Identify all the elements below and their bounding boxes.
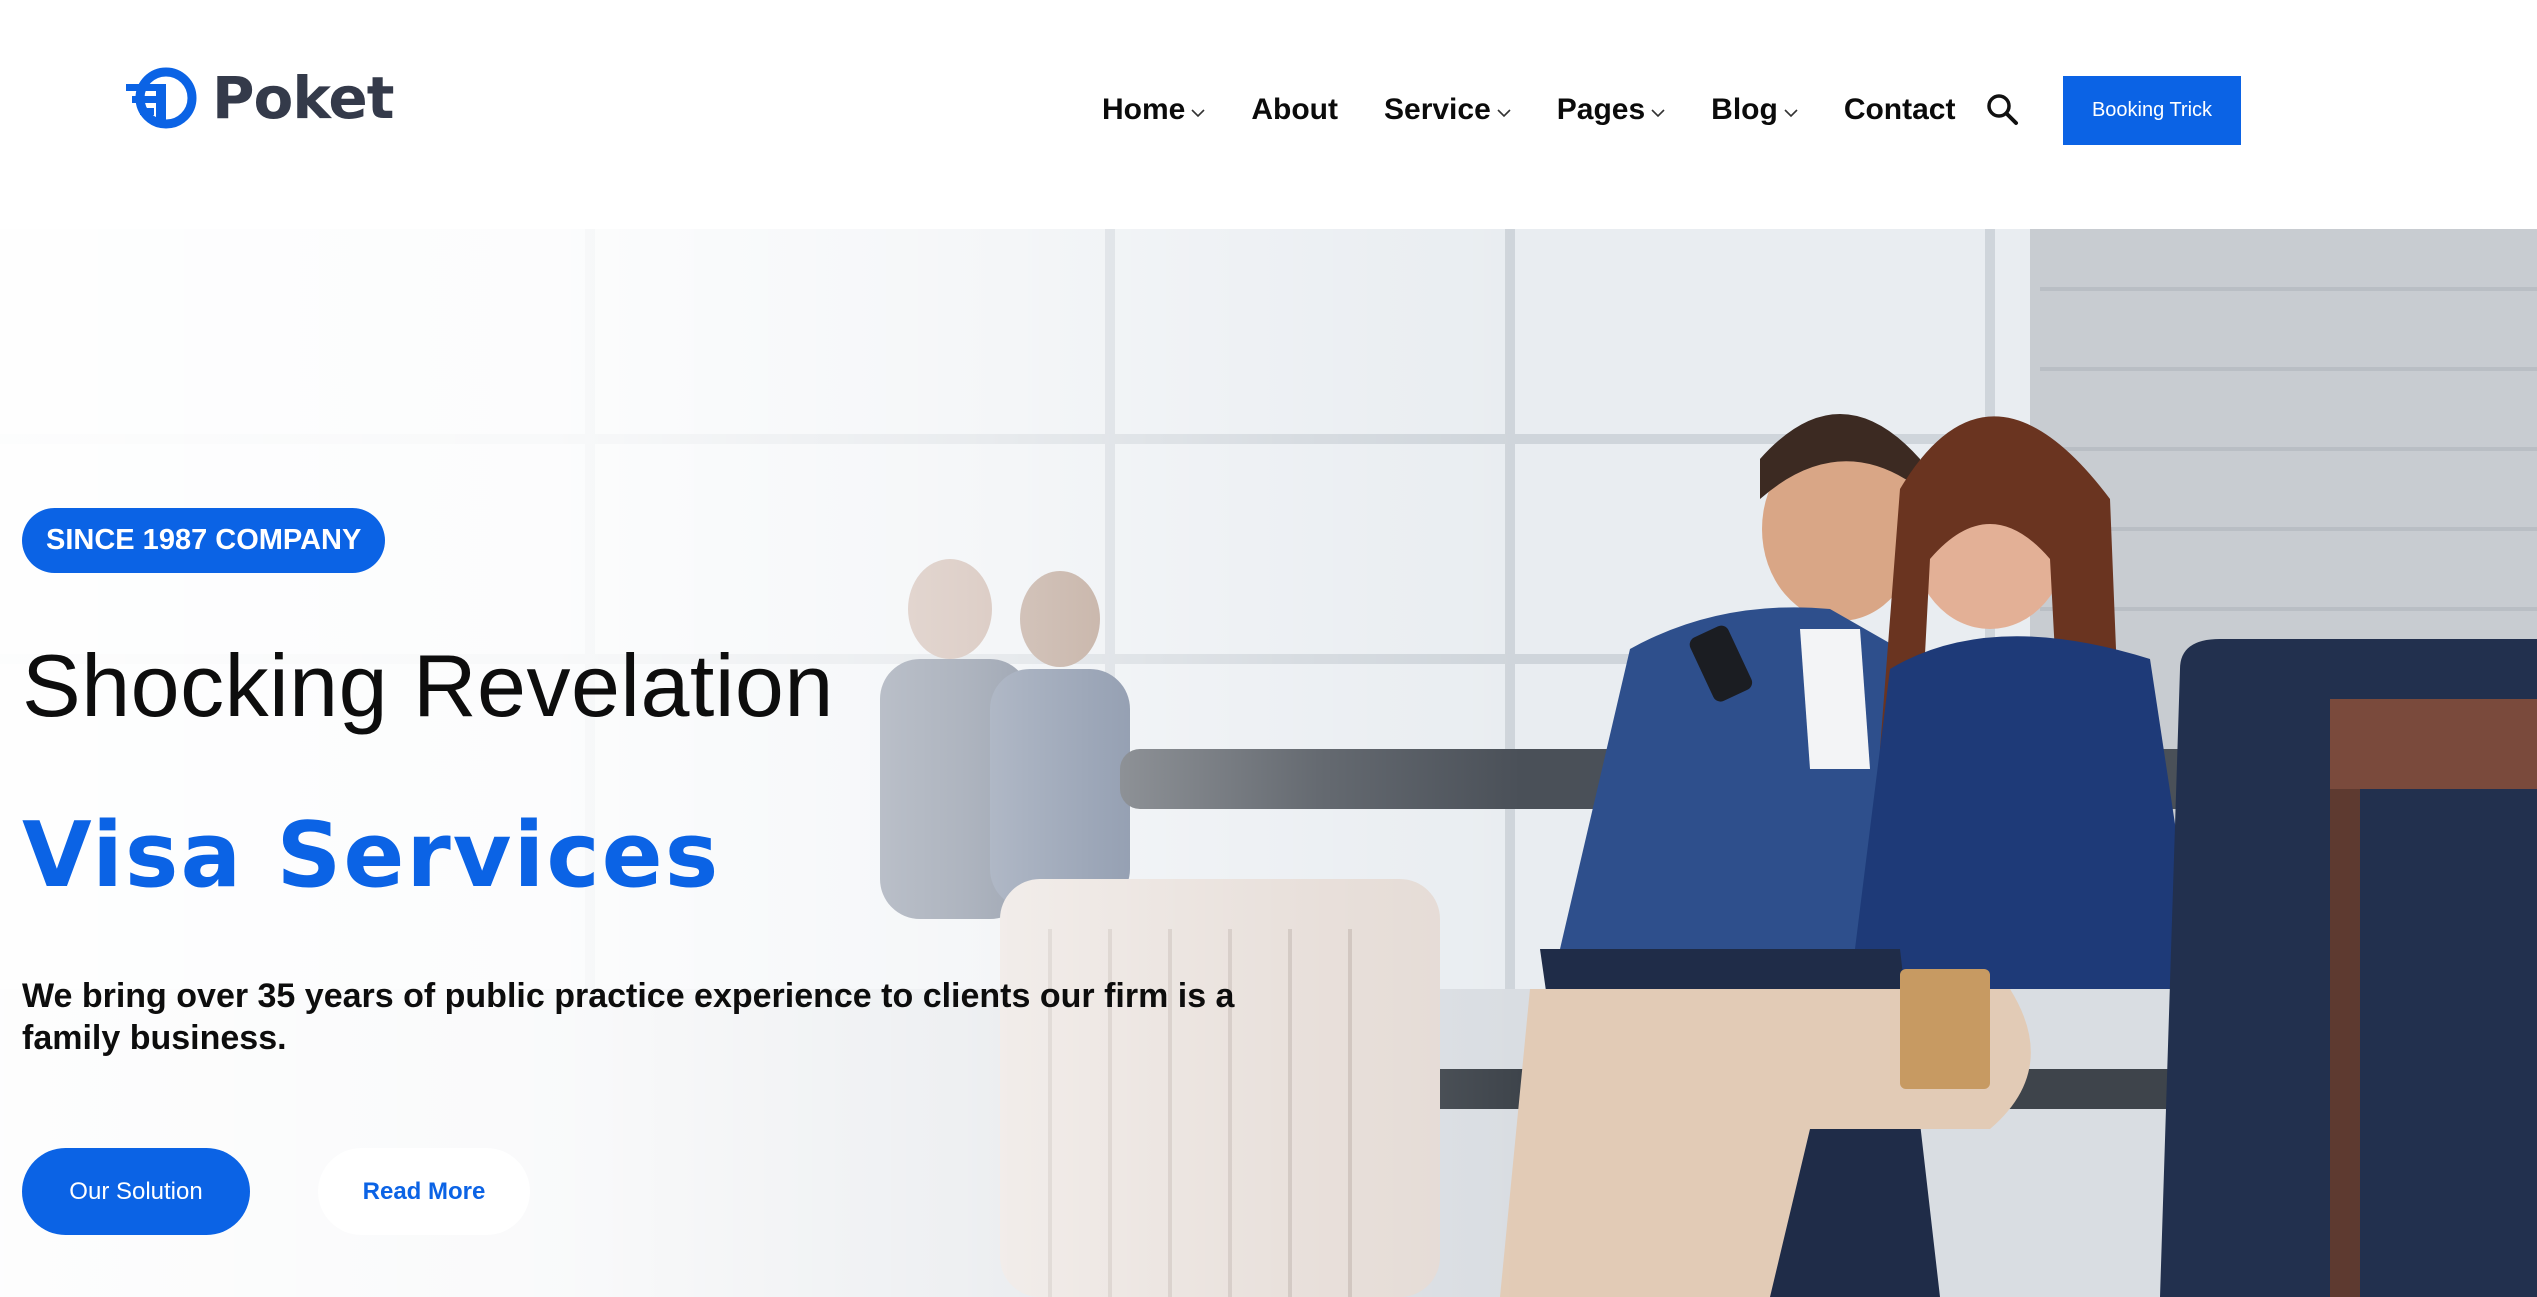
nav-item-contact[interactable]: Contact xyxy=(1844,93,1956,127)
hero-title: Shocking Revelation xyxy=(22,636,834,735)
nav-item-label: Contact xyxy=(1843,93,1956,126)
main-nav: Home About Service Pages Blog Contact xyxy=(1102,88,2001,132)
nav-item-service[interactable]: Service xyxy=(1384,93,1511,127)
nav-item-label: Home xyxy=(1102,93,1186,126)
hero-overlay xyxy=(0,229,2537,1297)
nav-item-label: Service xyxy=(1384,93,1491,126)
chevron-down-icon xyxy=(1497,109,1511,118)
chevron-down-icon xyxy=(1784,109,1798,118)
nav-item-label: Blog xyxy=(1711,93,1778,126)
brand-name: Poket xyxy=(212,64,394,132)
chevron-down-icon xyxy=(1651,109,1665,118)
read-more-button[interactable]: Read More xyxy=(318,1148,530,1235)
nav-item-pages[interactable]: Pages xyxy=(1557,93,1665,127)
hero-section: SINCE 1987 COMPANY Shocking Revelation V… xyxy=(0,229,2537,1297)
our-solution-button[interactable]: Our Solution xyxy=(22,1148,250,1235)
hero-subtitle: Visa Services xyxy=(22,803,721,908)
nav-item-label: About xyxy=(1251,93,1338,126)
logo[interactable]: Poket xyxy=(126,64,394,132)
site-header: Poket Home About Service Pages Blog Cont… xyxy=(0,0,2537,229)
nav-item-label: Pages xyxy=(1556,93,1646,126)
nav-item-about[interactable]: About xyxy=(1251,93,1338,127)
chevron-down-icon xyxy=(1191,109,1205,118)
poket-logo-icon xyxy=(126,67,197,129)
search-icon[interactable] xyxy=(1985,92,2019,126)
hero-description: We bring over 35 years of public practic… xyxy=(22,977,1235,1057)
since-badge: SINCE 1987 COMPANY xyxy=(22,508,386,573)
booking-button[interactable]: Booking Trick xyxy=(2063,76,2241,145)
nav-item-blog[interactable]: Blog xyxy=(1711,93,1798,127)
nav-item-home[interactable]: Home xyxy=(1102,93,1205,127)
